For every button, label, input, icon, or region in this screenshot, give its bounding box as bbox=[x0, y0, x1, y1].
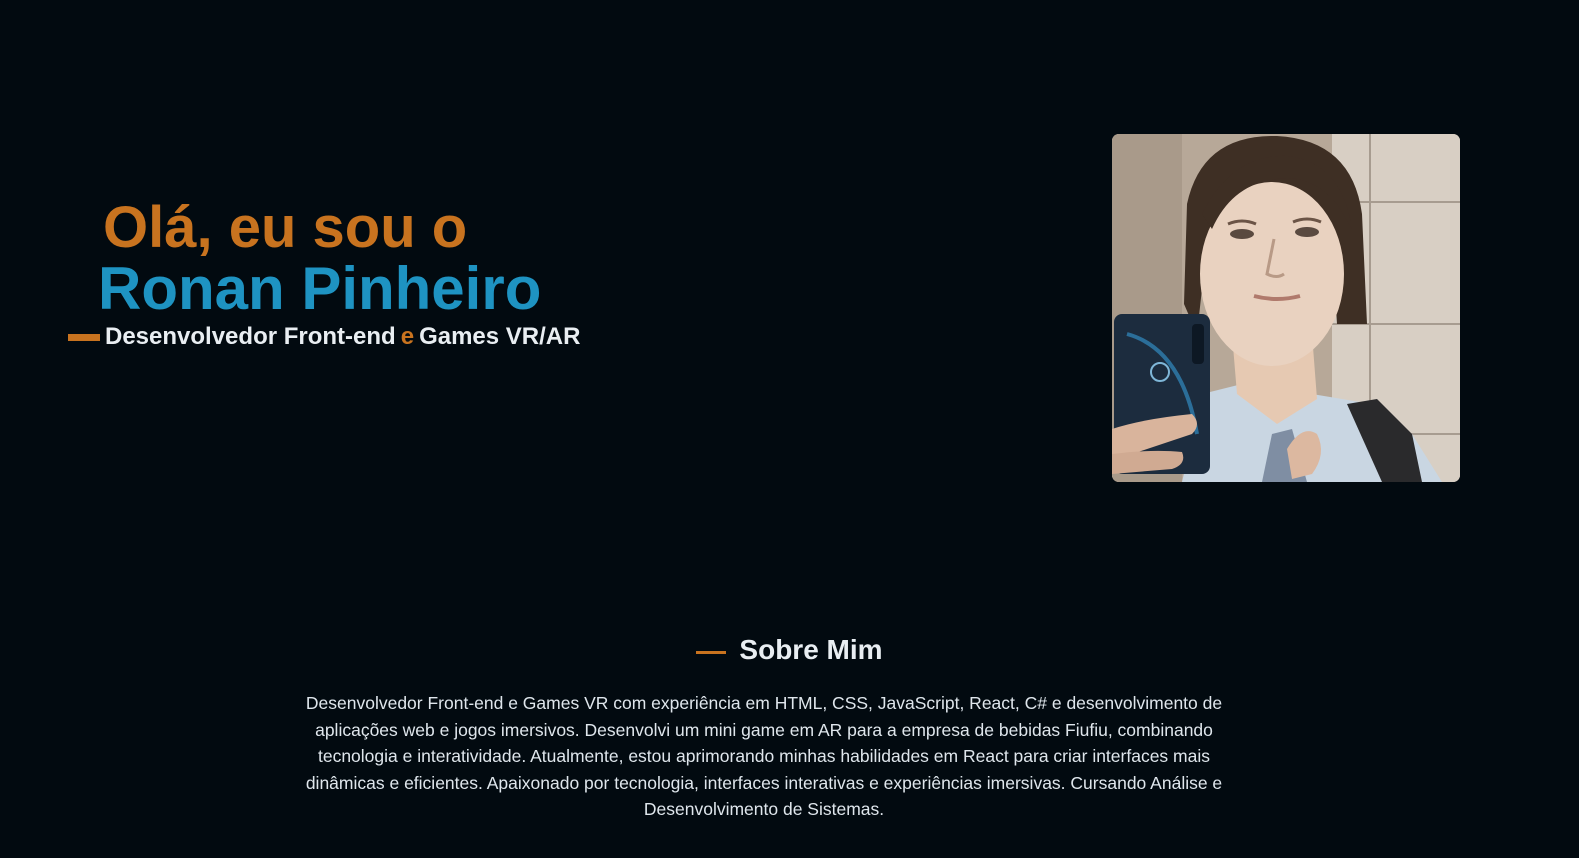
about-heading: Sobre Mim bbox=[0, 634, 1579, 666]
profile-photo bbox=[1112, 134, 1460, 482]
role-part-games: Games VR/AR bbox=[419, 323, 581, 350]
hero-name: Ronan Pinheiro bbox=[98, 255, 542, 322]
hero-role: Desenvolvedor Front-end e Games VR/AR bbox=[68, 322, 580, 352]
about-accent-bar bbox=[696, 650, 727, 654]
about-title: Sobre Mim bbox=[739, 634, 883, 665]
portfolio-page: Olá, eu sou o Ronan Pinheiro Desenvolved… bbox=[0, 0, 1579, 858]
role-accent-bar bbox=[68, 333, 100, 341]
role-connector: e bbox=[400, 323, 415, 350]
about-text: Desenvolvedor Front-end e Games VR com e… bbox=[305, 693, 1223, 820]
hero-greeting: Olá, eu sou o bbox=[103, 195, 468, 260]
role-part-frontend: Desenvolvedor Front-end bbox=[105, 323, 396, 350]
